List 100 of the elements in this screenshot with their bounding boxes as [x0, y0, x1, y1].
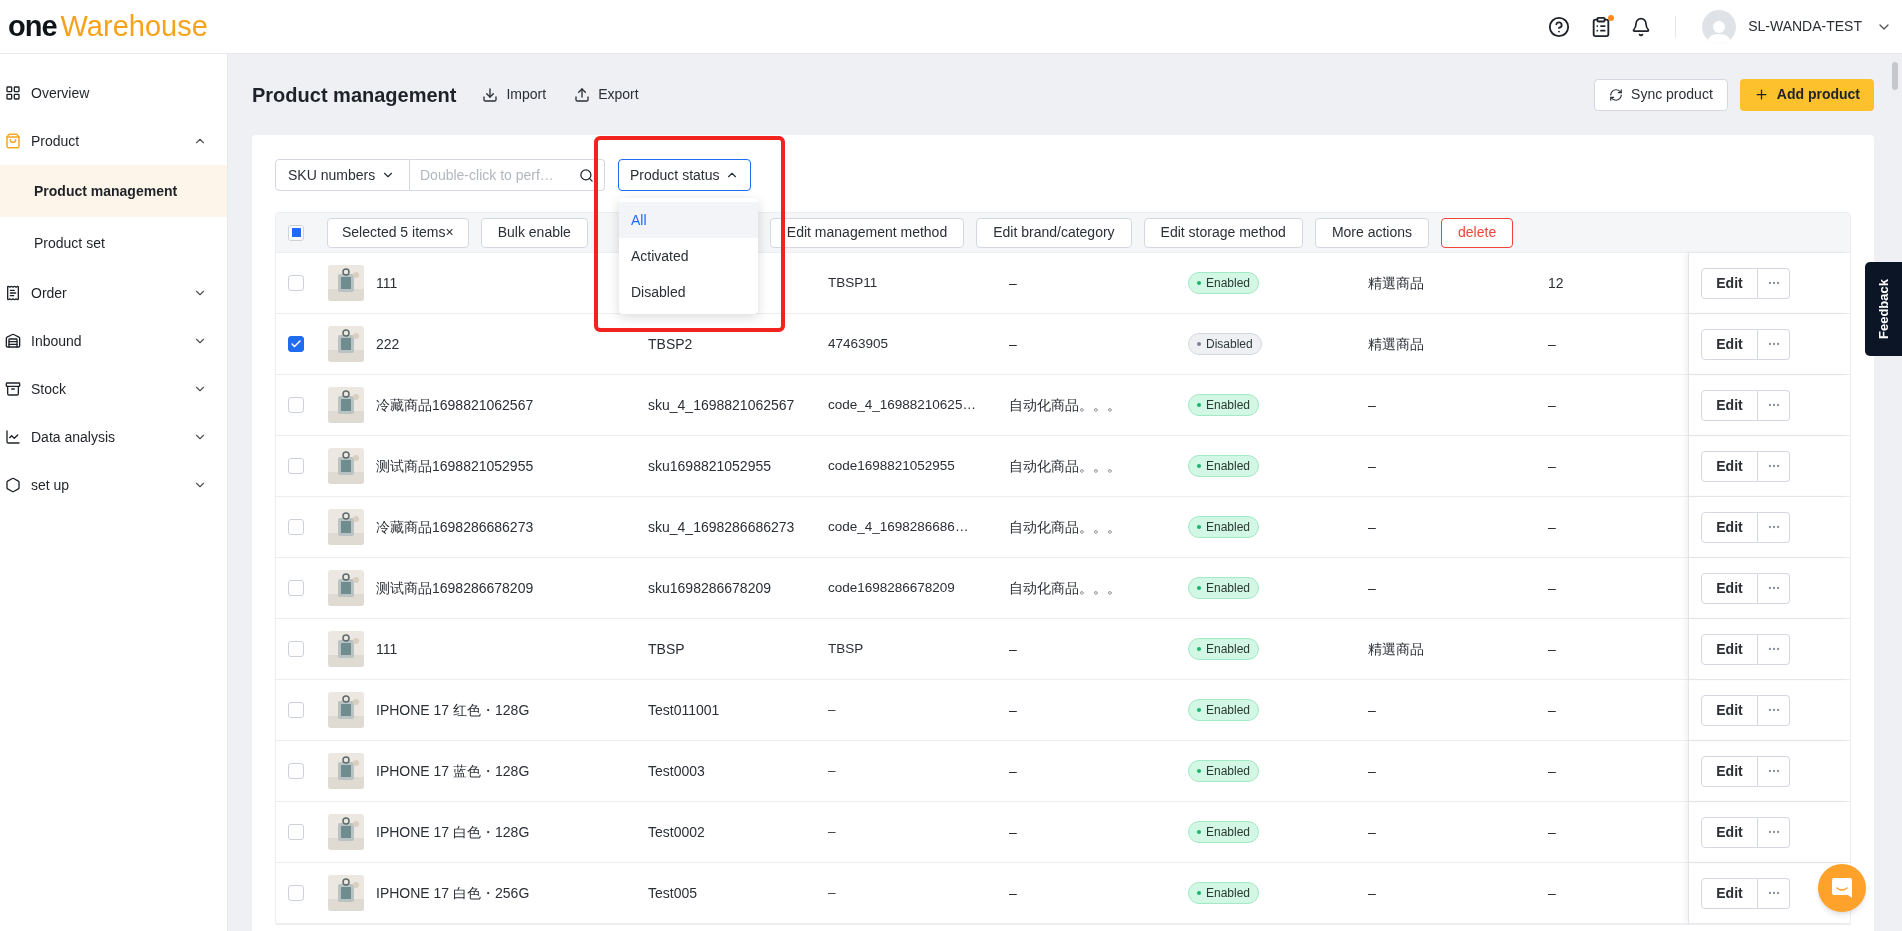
edit-button[interactable]: Edit: [1701, 450, 1758, 482]
status-tag: Enabled: [1188, 455, 1260, 477]
sku-text: sku_4_1698286686273: [648, 517, 795, 537]
sku-text: TBSP2: [648, 334, 693, 354]
code-text: code1698821052955: [828, 456, 955, 475]
table-cell-text: 自动化商品。。。: [1009, 395, 1121, 415]
more-button[interactable]: [1758, 389, 1790, 421]
select-all-checkbox[interactable]: [288, 224, 304, 241]
edit-button[interactable]: Edit: [1701, 572, 1758, 604]
table-cell-text: –: [1009, 273, 1017, 293]
more-button[interactable]: [1758, 267, 1790, 299]
more-button[interactable]: [1758, 816, 1790, 848]
code-text: –: [828, 700, 836, 719]
page-title: Product management: [252, 82, 457, 108]
table-cell-text: –: [1368, 883, 1376, 903]
menu-option[interactable]: Disabled: [619, 274, 758, 310]
table-cell-text: –: [1548, 761, 1556, 781]
logo[interactable]: oneWarehouse: [8, 12, 208, 41]
more-button[interactable]: [1758, 877, 1790, 909]
table-cell-text: –: [1368, 822, 1376, 842]
sidebar-item[interactable]: Product: [0, 117, 227, 165]
table-cell-text: 自动化商品。。。: [1009, 517, 1121, 537]
bell-icon[interactable]: [1631, 16, 1652, 37]
product-name: 冷藏商品1698821062567: [376, 395, 534, 415]
sidebar-item[interactable]: set up: [0, 461, 227, 509]
more-button[interactable]: [1758, 633, 1790, 665]
sidebar-item[interactable]: Order: [0, 269, 227, 317]
selection-chip[interactable]: Selected 5 items×: [327, 217, 469, 248]
field-select[interactable]: SKU numbers: [275, 159, 410, 191]
code-text: code_4_16988210625…: [828, 395, 976, 414]
user-name[interactable]: SL-WANDA-TEST: [1748, 16, 1862, 37]
table-cell-text: 自动化商品。。。: [1009, 578, 1121, 598]
refresh-icon: [1609, 87, 1624, 102]
more-button[interactable]: [1758, 511, 1790, 543]
table-cell-text: –: [1548, 639, 1556, 659]
edit-button[interactable]: Edit: [1701, 694, 1758, 726]
search-input[interactable]: Double-click to perf…: [420, 164, 579, 186]
sync-button[interactable]: Sync product: [1594, 78, 1728, 111]
more-button[interactable]: [1758, 450, 1790, 482]
sidebar-item[interactable]: Inbound: [0, 317, 227, 365]
help-icon[interactable]: [1548, 15, 1571, 38]
sidebar-subitem[interactable]: Product set: [0, 217, 227, 269]
action-button[interactable]: Edit brand/category: [976, 217, 1132, 248]
edit-button[interactable]: Edit: [1701, 511, 1758, 543]
product-name: 222: [376, 334, 400, 354]
edit-button[interactable]: Edit: [1701, 755, 1758, 787]
clear-mark[interactable]: ×: [445, 222, 454, 243]
sku-text: Test011001: [648, 700, 720, 720]
edit-button[interactable]: Edit: [1701, 816, 1758, 848]
table-cell-text: –: [1368, 700, 1376, 720]
action-button[interactable]: Edit storage method: [1143, 217, 1303, 248]
search-field[interactable]: Double-click to perf…: [410, 159, 605, 191]
product-name: IPHONE 17 白色・256G: [376, 883, 530, 903]
scrollbar-thumb: [1892, 62, 1898, 90]
status-tag: Enabled: [1188, 638, 1260, 660]
edit-button[interactable]: Edit: [1701, 389, 1758, 421]
upload-icon: [574, 86, 591, 103]
action-button[interactable]: Edit management method: [769, 217, 965, 248]
table-cell-text: –: [1009, 883, 1017, 903]
delete-button[interactable]: delete: [1441, 217, 1514, 248]
product-name: 冷藏商品1698286686273: [376, 517, 534, 537]
edit-button[interactable]: Edit: [1701, 328, 1758, 360]
sidebar-item[interactable]: Overview: [0, 69, 227, 117]
more-button[interactable]: [1758, 328, 1790, 360]
table-cell-text: –: [1368, 456, 1376, 476]
more-button[interactable]: [1758, 755, 1790, 787]
table-cell-text: –: [1009, 700, 1017, 720]
table-cell-text: –: [1368, 517, 1376, 537]
code-text: –: [828, 883, 836, 902]
table-cell-text: 精選商品: [1368, 639, 1424, 659]
action-button[interactable]: Bulk enable: [480, 217, 588, 248]
sidebar-item[interactable]: Data analysis: [0, 413, 227, 461]
status-tag: Enabled: [1188, 272, 1260, 294]
avatar[interactable]: [1702, 9, 1737, 44]
more-button[interactable]: [1758, 572, 1790, 604]
edit-button[interactable]: Edit: [1701, 633, 1758, 665]
sku-text: sku1698821052955: [648, 456, 771, 476]
checkbox[interactable]: [288, 336, 304, 352]
sidebar-item[interactable]: Stock: [0, 365, 227, 413]
clipboard-icon[interactable]: [1590, 15, 1613, 38]
menu-option[interactable]: Activated: [619, 238, 758, 274]
sku-text: Test0003: [648, 761, 705, 781]
table-cell-text: –: [1368, 395, 1376, 415]
menu-option[interactable]: All: [619, 202, 758, 238]
add-button[interactable]: Add product: [1739, 78, 1874, 111]
product-name: 111: [376, 273, 398, 293]
status-filter[interactable]: Product status: [618, 159, 751, 191]
status-tag: Enabled: [1188, 516, 1260, 538]
chat-icon: [1831, 877, 1853, 899]
more-button[interactable]: [1758, 694, 1790, 726]
product-name: 测试商品1698821052955: [376, 456, 534, 476]
action-button[interactable]: More actions: [1314, 217, 1430, 248]
code-text: –: [828, 761, 836, 780]
toolbar-link[interactable]: Import: [482, 84, 547, 105]
table-cell-text: 精選商品: [1368, 273, 1424, 293]
toolbar-link[interactable]: Export: [574, 84, 639, 105]
edit-button[interactable]: Edit: [1701, 877, 1758, 909]
edit-button[interactable]: Edit: [1701, 267, 1758, 299]
feedback-tab[interactable]: Feedback: [1865, 262, 1902, 356]
sidebar-subitem[interactable]: Product management: [0, 165, 227, 217]
